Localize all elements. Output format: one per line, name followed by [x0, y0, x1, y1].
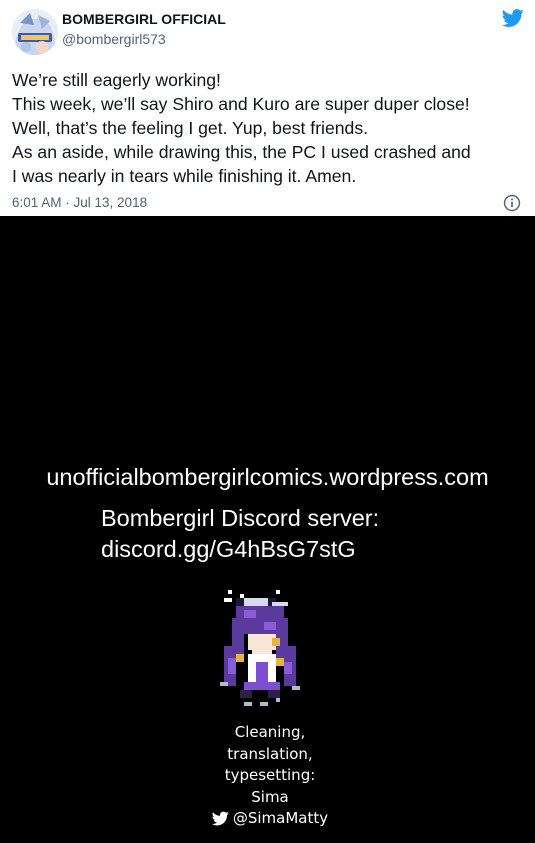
tweet-line: As an aside, while drawing this, the PC … [12, 142, 471, 162]
credit-line: translation, [227, 744, 313, 763]
tweet-text: We’re still eagerly working! This week, … [12, 68, 527, 188]
twitter-bird-icon [211, 811, 229, 826]
tweet-line: Well, that’s the feeling I get. Yup, bes… [12, 118, 369, 138]
tweet-line: I was nearly in tears while finishing it… [12, 166, 357, 186]
credit-line: typesetting: [224, 766, 316, 784]
tweet-line: We’re still eagerly working! [12, 70, 221, 90]
credit-twitter-link[interactable]: @SimaMatty [211, 808, 329, 830]
discord-link[interactable]: discord.gg/G4hBsG7stG [101, 536, 356, 563]
info-icon[interactable] [503, 194, 521, 212]
credit-twitter-row: @SimaMatty [190, 808, 350, 833]
twitter-bird-icon[interactable] [502, 7, 524, 29]
credit-line: Sima [251, 787, 289, 806]
author-name[interactable]: BOMBERGIRL OFFICIAL [62, 11, 226, 27]
discord-label: Bombergirl Discord server: [101, 505, 380, 531]
tweet-line: This week, we’ll say Shiro and Kuro are … [12, 94, 470, 114]
embedded-tweet: BOMBERGIRL OFFICIAL @bombergirl573 We’re… [0, 0, 535, 216]
pixel-character-sprite-icon [220, 590, 300, 706]
author-handle[interactable]: @bombergirl573 [62, 31, 166, 47]
credits-block: Cleaning, translation, typesetting: Sima… [190, 722, 350, 833]
credits-page: unofficialbombergirlcomics.wordpress.com… [0, 216, 535, 843]
credit-twitter-handle: @SimaMatty [232, 809, 329, 827]
bombergirl-avatar-icon[interactable] [12, 9, 58, 55]
tweet-timestamp[interactable]: 6:01 AM · Jul 13, 2018 [12, 195, 147, 210]
site-url[interactable]: unofficialbombergirlcomics.wordpress.com [0, 464, 535, 491]
credit-line: Cleaning, [234, 723, 306, 741]
